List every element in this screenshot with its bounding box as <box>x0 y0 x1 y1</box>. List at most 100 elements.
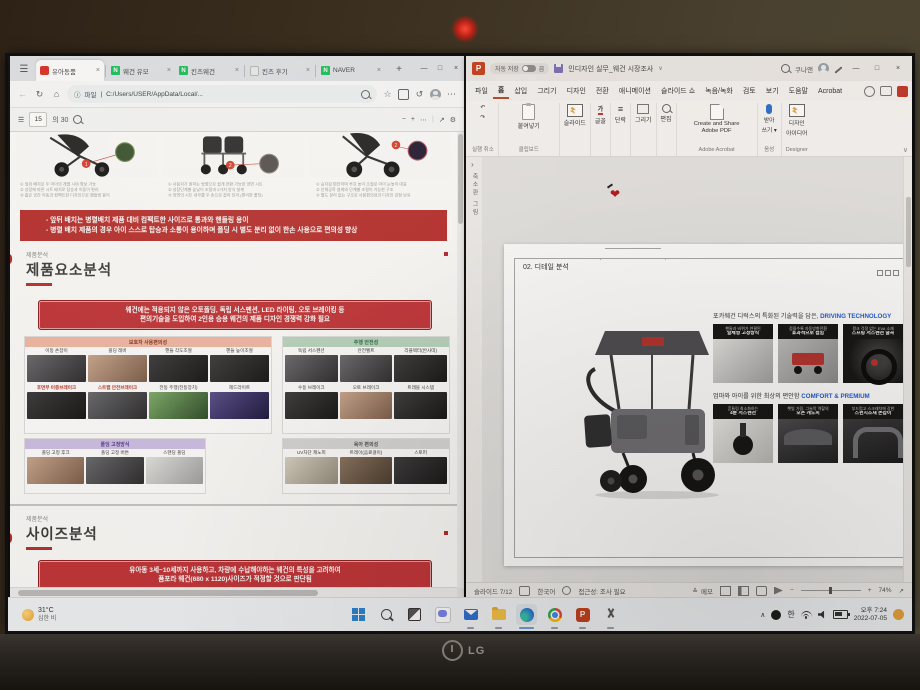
tab-doc[interactable]: 킨즈 후기 × <box>246 60 314 81</box>
tab-acrobat[interactable]: Acrobat <box>813 86 847 97</box>
zoom-page-icon[interactable] <box>361 90 370 99</box>
slideshow-icon[interactable] <box>774 587 783 595</box>
scrollbar-thumb[interactable] <box>18 590 318 596</box>
hidden-icons-caret[interactable]: ∧ <box>760 611 765 619</box>
search-icon[interactable] <box>781 64 790 73</box>
task-view-button[interactable] <box>404 604 425 625</box>
tab-naver-1[interactable]: N 웨건 유모 × <box>107 60 175 81</box>
zoom-in-icon[interactable]: + <box>411 116 415 123</box>
title-caret-icon[interactable]: ∨ <box>658 65 662 72</box>
drawing-button[interactable]: 그리기 <box>635 104 652 124</box>
close-icon[interactable]: × <box>235 67 239 74</box>
chat-button[interactable] <box>432 604 453 625</box>
normal-view-icon[interactable] <box>720 586 731 596</box>
editing-button[interactable]: 편집 <box>661 104 672 123</box>
notification-badge[interactable] <box>893 609 904 620</box>
thumbnail-pane-collapsed[interactable]: › 축소판 그림 <box>466 157 483 582</box>
paste-button[interactable]: 붙여넣기 <box>518 104 540 130</box>
profile-avatar[interactable] <box>430 89 441 100</box>
adobe-pdf-button[interactable]: Create and Share Adobe PDF <box>694 104 740 134</box>
zoom-slider[interactable] <box>801 590 861 591</box>
back-icon[interactable]: ← <box>16 89 29 99</box>
wifi-icon[interactable] <box>801 611 812 619</box>
powerpoint-app[interactable]: P <box>572 604 593 625</box>
design-ideas-button[interactable]: 디자인 아이디어 <box>786 104 807 137</box>
tray-app-icon[interactable] <box>771 610 781 620</box>
tab-slideshow[interactable]: 슬라이드 쇼 <box>656 84 700 98</box>
scrollbar-thumb[interactable] <box>458 134 463 224</box>
tab-naver-2[interactable]: N 킨즈웨건 × <box>175 60 243 81</box>
dictate-button[interactable]: 받아 쓰기 ▾ <box>762 104 777 134</box>
tab-home[interactable]: 홈 <box>493 83 509 99</box>
file-explorer[interactable] <box>488 604 509 625</box>
volume-icon[interactable] <box>818 611 827 619</box>
maximize-button[interactable]: □ <box>869 56 885 81</box>
close-button[interactable]: × <box>890 56 906 81</box>
paragraph-button[interactable]: ≡ 단락 <box>615 104 626 124</box>
share-icon[interactable] <box>897 86 908 97</box>
more-icon[interactable]: ⋯ <box>445 89 458 100</box>
user-avatar[interactable] <box>818 63 829 74</box>
tab-review[interactable]: 검토 <box>738 84 761 98</box>
close-button[interactable]: × <box>448 56 464 81</box>
close-icon[interactable]: × <box>96 67 100 74</box>
reading-view-icon[interactable] <box>756 586 767 596</box>
scrollbar-thumb[interactable] <box>906 197 911 267</box>
vertical-tabs-icon[interactable]: ☰ <box>14 59 34 79</box>
new-slide-button[interactable]: 슬라이드 <box>564 104 586 127</box>
ime-indicator[interactable]: 한 <box>787 609 794 620</box>
settings-gear-icon[interactable]: ⚙ <box>450 116 456 124</box>
undo-icon[interactable]: ↶ <box>480 104 485 111</box>
heart-shape[interactable]: ❤ <box>610 187 620 201</box>
autosave-toggle[interactable]: 자동 저장 끔 <box>490 63 549 74</box>
chrome-app[interactable] <box>544 604 565 625</box>
fit-window-icon[interactable]: ↗ <box>899 587 904 595</box>
zoom-percent[interactable]: 74% <box>879 587 892 594</box>
collections-icon[interactable] <box>398 89 409 100</box>
minimize-button[interactable]: — <box>848 56 864 81</box>
sorter-view-icon[interactable] <box>738 586 749 596</box>
memo-button[interactable]: ≙ 메모 <box>693 586 713 596</box>
ppt-vertical-scrollbar[interactable] <box>903 157 912 582</box>
maximize-button[interactable]: □ <box>432 56 448 81</box>
ribbon-collapse-icon[interactable]: ∨ <box>903 146 908 154</box>
pen-icon[interactable] <box>834 66 842 73</box>
clock[interactable]: 오후 7:24 2022-07-05 <box>854 607 887 623</box>
fullscreen-icon[interactable]: ↗ <box>439 116 445 124</box>
snip-tool-app[interactable] <box>600 604 621 625</box>
search-icon[interactable] <box>73 115 82 124</box>
tab-record[interactable]: 녹음/녹화 <box>700 84 738 98</box>
pdf-viewport[interactable]: 1 2 <box>10 132 464 598</box>
close-icon[interactable]: × <box>167 67 171 74</box>
font-button[interactable]: 가 글꼴 <box>595 104 606 125</box>
vertical-scrollbar[interactable] <box>457 132 464 588</box>
pdf-more-icon[interactable]: ⋯ <box>420 116 427 124</box>
record-icon[interactable] <box>864 86 875 97</box>
close-icon[interactable]: × <box>306 67 310 74</box>
new-tab-button[interactable]: + <box>389 59 409 79</box>
start-button[interactable] <box>348 604 369 625</box>
tab-naver-3[interactable]: N NAVER × <box>317 60 385 81</box>
tab-pdf[interactable]: 유아동품 × <box>36 60 104 81</box>
toc-icon[interactable]: ☰ <box>18 116 24 124</box>
home-icon[interactable]: ⌂ <box>50 89 63 99</box>
language-label[interactable]: 한국어 <box>537 586 555 596</box>
favorites-star-icon[interactable]: ☆ <box>381 89 394 100</box>
reload-icon[interactable]: ↻ <box>33 89 46 100</box>
tab-file[interactable]: 파일 <box>470 84 493 98</box>
tab-transitions[interactable]: 전환 <box>591 84 614 98</box>
battery-icon[interactable] <box>833 610 848 619</box>
tab-view[interactable]: 보기 <box>761 84 784 98</box>
ppt-workspace[interactable]: ❤ 02. 디테일 분석 <box>482 157 912 582</box>
redo-icon[interactable]: ↷ <box>480 114 485 121</box>
search-button[interactable] <box>376 604 397 625</box>
tab-help[interactable]: 도움말 <box>784 84 813 98</box>
edge-app[interactable] <box>516 604 537 625</box>
address-bar[interactable]: ⓘ 파일 | C:/Users/USER/AppData/Local/... <box>67 85 377 103</box>
toggle-icon[interactable] <box>522 65 536 72</box>
accessibility-status[interactable]: 접근성: 조사 필요 <box>578 586 625 596</box>
info-icon[interactable]: ⓘ <box>74 89 81 99</box>
zoom-in-icon[interactable]: + <box>868 587 872 594</box>
tab-design[interactable]: 디자인 <box>562 84 591 98</box>
close-icon[interactable]: × <box>377 67 381 74</box>
